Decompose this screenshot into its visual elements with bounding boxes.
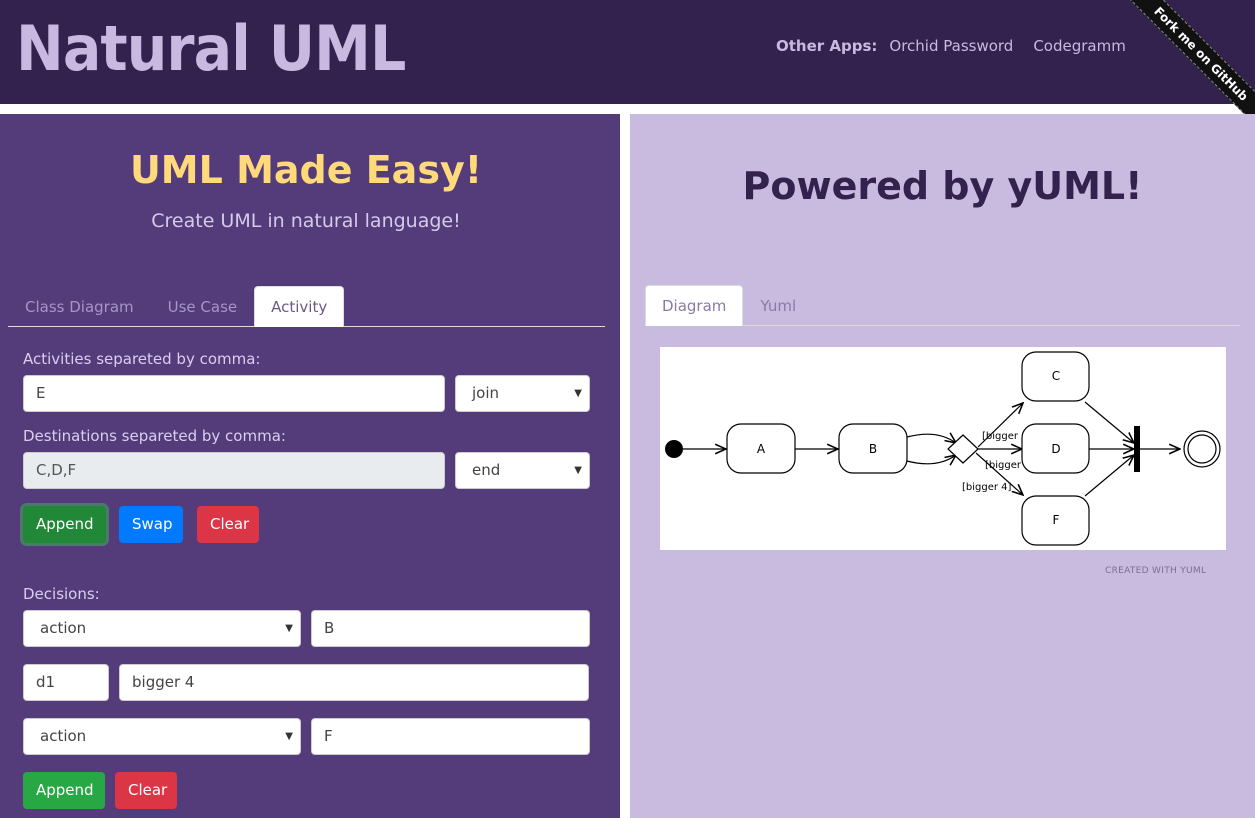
clear-button[interactable]: Clear (197, 506, 259, 543)
activities-type-select[interactable]: join ▼ (455, 375, 590, 412)
preview-tabs: Diagram Yuml (645, 285, 1240, 326)
end-node-inner (1187, 434, 1217, 464)
header: Natural UML Other Apps: Orchid Password … (0, 0, 1255, 134)
preview-title: Powered by yUML! (742, 164, 1143, 208)
destinations-label: Destinations separeted by comma: (23, 427, 286, 445)
activity-node-a-label: A (757, 442, 766, 456)
decision-to-value: action (40, 727, 87, 745)
decisions-label: Decisions: (23, 585, 100, 603)
guard-label-1: [bigger (982, 431, 1019, 442)
destinations-type-select[interactable]: end ▼ (455, 452, 590, 489)
join-bar (1134, 426, 1140, 472)
chevron-down-icon: ▼ (285, 623, 293, 634)
decision-id-input[interactable]: d1 (23, 664, 109, 701)
start-node (665, 440, 683, 458)
yuml-credit[interactable]: CREATED WITH YUML (1105, 566, 1206, 576)
decision-to-select[interactable]: action ▼ (23, 718, 301, 755)
activity-node-c-label: C (1052, 369, 1060, 383)
other-apps-label: Other Apps: (776, 37, 878, 55)
swap-button[interactable]: Swap (119, 506, 183, 543)
decision-node (947, 434, 979, 464)
decision-from-value: action (40, 619, 87, 637)
activities-input[interactable]: E (23, 375, 445, 412)
link-orchid-password[interactable]: Orchid Password (889, 37, 1013, 55)
tab-use-case[interactable]: Use Case (151, 286, 255, 326)
activity-diagram: A B [bigger [bigger 3] [bigger 4] C D F (660, 347, 1226, 550)
diagram-type-tabs: Class Diagram Use Case Activity (8, 286, 605, 327)
chevron-down-icon: ▼ (285, 731, 293, 742)
activity-node-f-label: F (1053, 513, 1060, 527)
chevron-down-icon: ▼ (574, 465, 582, 476)
activities-type-value: join (472, 384, 500, 402)
activities-label: Activities separeted by comma: (23, 350, 261, 368)
editor-subtitle: Create UML in natural language! (151, 210, 461, 232)
logo[interactable]: Natural UML (16, 12, 406, 85)
guard-label-3: [bigger 4] (962, 482, 1012, 493)
append-button[interactable]: Append (23, 506, 106, 543)
editor-title: UML Made Easy! (129, 148, 483, 192)
tab-yuml[interactable]: Yuml (743, 285, 813, 325)
activity-node-d-label: D (1051, 442, 1060, 456)
tab-activity[interactable]: Activity (254, 286, 345, 327)
destinations-input[interactable]: C,D,F (23, 452, 445, 489)
chevron-down-icon: ▼ (574, 388, 582, 399)
decision-condition-input[interactable]: bigger 4 (119, 664, 589, 701)
editor-panel: UML Made Easy! Create UML in natural lan… (0, 114, 620, 818)
preview-panel: Powered by yUML! Diagram Yuml A B [bigge… (630, 114, 1255, 818)
tab-diagram[interactable]: Diagram (645, 285, 744, 326)
destinations-type-value: end (472, 461, 501, 479)
decision-append-button[interactable]: Append (23, 772, 105, 809)
tab-class-diagram[interactable]: Class Diagram (8, 286, 151, 326)
decision-clear-button[interactable]: Clear (115, 772, 177, 809)
decision-to-input[interactable]: F (311, 718, 590, 755)
decision-from-select[interactable]: action ▼ (23, 610, 301, 647)
activity-node-b-label: B (869, 442, 877, 456)
decision-from-input[interactable]: B (311, 610, 590, 647)
other-apps-nav: Other Apps: Orchid Password Codegramm (776, 37, 1134, 55)
